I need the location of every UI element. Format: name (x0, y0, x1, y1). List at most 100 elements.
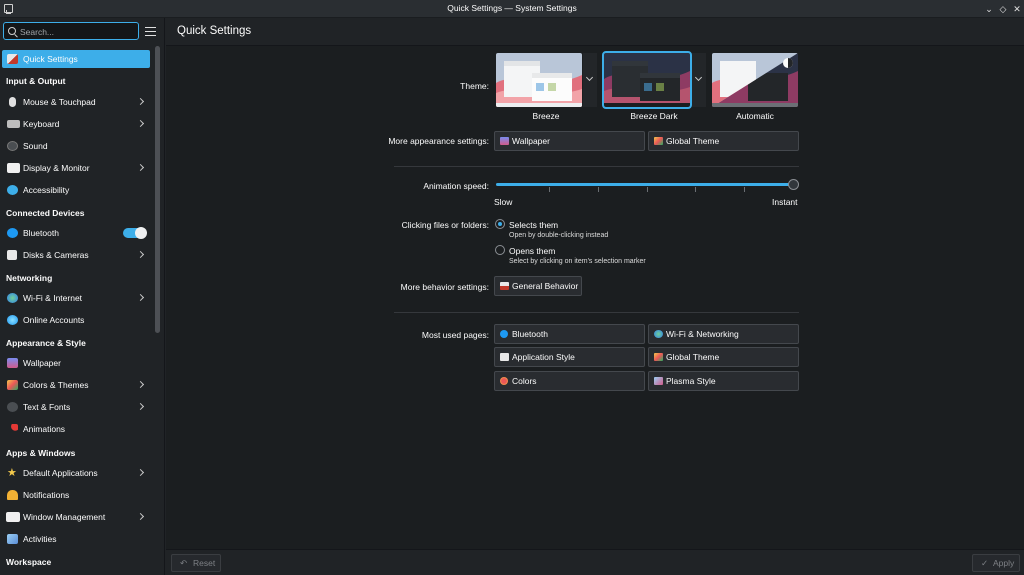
general-behavior-button-label: General Behavior (512, 281, 579, 291)
chevron-right-icon (136, 293, 145, 302)
bluetooth-toggle[interactable] (123, 227, 147, 239)
most-used-bluetooth-button[interactable]: Bluetooth (494, 324, 645, 344)
sidebar-item-label: Colors & Themes (23, 380, 89, 390)
sidebar-item-activities[interactable]: Activities (2, 530, 150, 548)
general-behavior-button[interactable]: General Behavior (494, 276, 582, 296)
most-used-colors-button[interactable]: Colors (494, 371, 645, 391)
sidebar-item-window-management[interactable]: Window Management (2, 508, 150, 526)
general-behavior-icon (500, 282, 509, 290)
star-icon: ★ (7, 467, 17, 479)
bell-icon (7, 490, 18, 500)
sidebar-item-label: Accessibility (23, 185, 70, 195)
global-theme-button-label: Global Theme (666, 136, 720, 146)
search-box[interactable] (3, 22, 139, 40)
sidebar-item-bluetooth[interactable]: Bluetooth (2, 224, 150, 242)
sidebar-item-text-fonts[interactable]: Text & Fonts (2, 398, 150, 416)
theme-option-breeze-dark[interactable] (602, 51, 692, 109)
apply-button[interactable]: ✓ Apply (972, 554, 1020, 572)
slider-tick (695, 187, 696, 192)
sidebar-item-label: Animations (23, 424, 66, 434)
theme-option-automatic[interactable] (712, 53, 798, 107)
minimize-icon[interactable]: ⌄ (982, 2, 996, 16)
sidebar-item-wallpaper[interactable]: Wallpaper (2, 354, 150, 372)
sidebar-item-mouse-touchpad[interactable]: Mouse & Touchpad (2, 93, 150, 111)
sidebar-item-label: Wi-Fi & Internet (23, 293, 83, 303)
wallpaper-button[interactable]: Wallpaper (494, 131, 645, 151)
sidebar-item-online-accounts[interactable]: Online Accounts (2, 311, 150, 329)
sidebar-item-label: Online Accounts (23, 315, 85, 325)
most-used-application-style-label: Application Style (512, 352, 575, 362)
most-used-global-theme-button[interactable]: Global Theme (648, 347, 799, 367)
sidebar-item-display-monitor[interactable]: Display & Monitor (2, 159, 150, 177)
monitor-icon (7, 163, 20, 173)
sidebar-item-label: Default Applications (23, 468, 98, 478)
search-input[interactable] (20, 25, 136, 38)
slider-tick (598, 187, 599, 192)
sidebar-item-keyboard[interactable]: Keyboard (2, 115, 150, 133)
radio-opens-them[interactable] (495, 245, 505, 255)
appearance-label: More appearance settings: (388, 136, 489, 146)
slider-min-label: Slow (494, 197, 513, 207)
animation-speed-slider[interactable] (496, 183, 792, 186)
global-theme-button[interactable]: Global Theme (648, 131, 799, 151)
animation-speed-handle[interactable] (788, 179, 799, 190)
sidebar-item-wifi-internet[interactable]: Wi-Fi & Internet (2, 289, 150, 307)
globe-icon (654, 330, 663, 338)
sidebar-item-label: Display & Monitor (23, 163, 90, 173)
sidebar-item-animations[interactable]: Animations (2, 420, 150, 438)
sidebar-item-label: Quick Settings (23, 54, 78, 64)
most-used-application-style-button[interactable]: Application Style (494, 347, 645, 367)
chevron-right-icon (136, 163, 145, 172)
globe-icon (7, 293, 18, 303)
font-icon (7, 402, 18, 412)
sidebar-item-disks-cameras[interactable]: Disks & Cameras (2, 246, 150, 264)
separator (394, 166, 799, 167)
title-bar: Quick Settings — System Settings ⌄ ◇ ✕ (0, 0, 1024, 18)
reset-button-label: Reset (193, 558, 216, 568)
online-accounts-icon (7, 315, 18, 325)
sidebar-item-label: Mouse & Touchpad (23, 97, 96, 107)
sidebar-item-label: Bluetooth (23, 228, 59, 238)
global-theme-icon (654, 137, 663, 145)
sidebar-item-accessibility[interactable]: Accessibility (2, 181, 150, 199)
most-used-bluetooth-label: Bluetooth (512, 329, 548, 339)
slider-tick (549, 187, 550, 192)
search-icon (8, 27, 16, 35)
close-icon[interactable]: ✕ (1010, 2, 1024, 16)
chevron-down-icon (585, 73, 594, 82)
sidebar-item-quick-settings[interactable]: Quick Settings (2, 50, 150, 68)
section-apps-windows: Apps & Windows (6, 448, 76, 458)
most-used-wifi-button[interactable]: Wi-Fi & Networking (648, 324, 799, 344)
most-used-wifi-label: Wi-Fi & Networking (666, 329, 739, 339)
maximize-icon[interactable]: ◇ (996, 2, 1010, 16)
checkmark-icon: ✓ (981, 558, 989, 568)
radio-opens-them-label[interactable]: Opens them (509, 246, 555, 256)
slider-max-label: Instant (772, 197, 798, 207)
bluetooth-icon (7, 228, 18, 238)
most-used-plasma-style-label: Plasma Style (666, 376, 716, 386)
sidebar-item-label: Wallpaper (23, 358, 61, 368)
sidebar-item-colors-themes[interactable]: Colors & Themes (2, 376, 150, 394)
hamburger-menu-icon[interactable] (145, 27, 156, 36)
sidebar-item-label: Text & Fonts (23, 402, 71, 412)
sidebar-item-notifications[interactable]: Notifications (2, 486, 150, 504)
most-used-global-theme-label: Global Theme (666, 352, 720, 362)
breeze-dark-dropdown[interactable] (692, 53, 706, 107)
most-used-label: Most used pages: (421, 330, 489, 340)
most-used-plasma-style-button[interactable]: Plasma Style (648, 371, 799, 391)
radio-selects-them-desc: Open by double-clicking instead (509, 232, 609, 239)
sidebar-item-sound[interactable]: Sound (2, 137, 150, 155)
colors-icon (500, 377, 508, 385)
radio-selects-them[interactable] (495, 219, 505, 229)
breeze-dropdown[interactable] (583, 53, 597, 107)
chevron-right-icon (136, 468, 145, 477)
slider-tick (647, 187, 648, 192)
speaker-icon (7, 141, 18, 151)
reset-button[interactable]: ↶ Reset (171, 554, 221, 572)
disk-icon (7, 250, 17, 260)
sidebar-item-label: Activities (23, 534, 57, 544)
theme-option-breeze[interactable] (496, 53, 582, 107)
sidebar-scrollbar[interactable] (155, 46, 160, 333)
radio-selects-them-label[interactable]: Selects them (509, 220, 558, 230)
sidebar-item-default-applications[interactable]: ★ Default Applications (2, 464, 150, 482)
